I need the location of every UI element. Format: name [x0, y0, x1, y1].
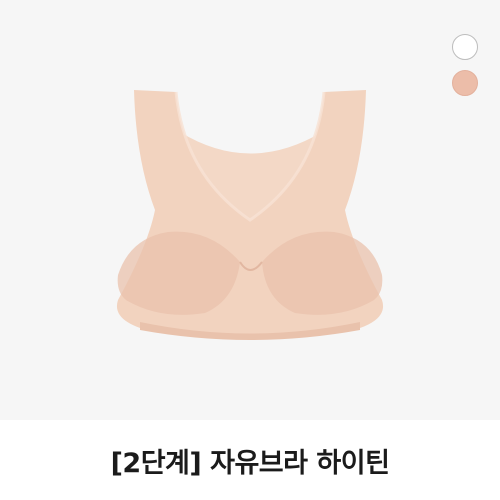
product-image-area[interactable] — [0, 0, 500, 420]
product-caption: [2단계] 자유브라 하이틴 — [0, 420, 500, 500]
color-swatch-beige[interactable] — [452, 70, 478, 96]
product-title[interactable]: [2단계] 자유브라 하이틴 — [111, 441, 390, 480]
color-swatch-list — [452, 34, 478, 96]
product-card[interactable]: [2단계] 자유브라 하이틴 — [0, 0, 500, 500]
product-image-bra[interactable] — [0, 0, 500, 420]
color-swatch-white[interactable] — [452, 34, 478, 60]
